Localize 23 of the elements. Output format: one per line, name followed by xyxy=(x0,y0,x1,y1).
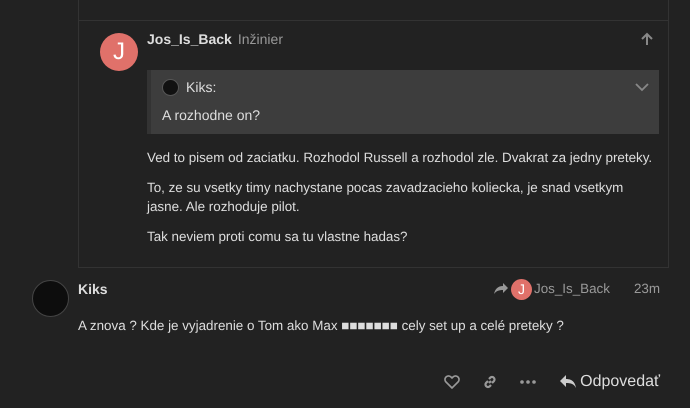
username: Kiks xyxy=(78,280,108,298)
quote-author: Kiks: xyxy=(186,78,216,96)
quote-text: A rozhodne on? xyxy=(162,106,262,125)
chevron-icon[interactable] xyxy=(635,82,649,92)
reply-to-link[interactable]: J Jos_Is_Back xyxy=(494,278,610,300)
avatar xyxy=(32,280,69,317)
reply-arrow-icon xyxy=(494,283,508,295)
user-title: Inžinier xyxy=(238,30,283,48)
post-text: A znova ? Kde je vyjadrenie o Tom ako Max ■■■■■■■ cely set up a celé preteky ? xyxy=(78,317,565,335)
post-paragraph: Ved to pisem od zaciatku. Rozhodol Russell a rozhodol zle. Dvakrat za jedny preteky. xyxy=(147,149,654,167)
avatar xyxy=(162,78,179,96)
avatar: J xyxy=(511,278,532,300)
heart-icon[interactable] xyxy=(442,373,462,392)
post-paragraph: To, ze su vsetky timy nachystane pocas zavadzacieho koliecka, je snad vsetkym jasne. Ale rozhoduje pilot. xyxy=(147,179,624,216)
post-paragraph: Tak neviem proti comu sa tu vlastne hadas? xyxy=(147,228,409,246)
up-arrow-icon[interactable] xyxy=(640,32,654,46)
more-icon[interactable] xyxy=(518,378,538,386)
reply-to-name: Jos_Is_Back xyxy=(534,280,610,298)
reply-button[interactable]: Odpovedať xyxy=(560,370,660,394)
username: Jos_Is_Back xyxy=(147,30,232,48)
avatar: J xyxy=(100,33,138,71)
reply-icon xyxy=(560,375,576,390)
post-time: 23m xyxy=(634,280,660,298)
